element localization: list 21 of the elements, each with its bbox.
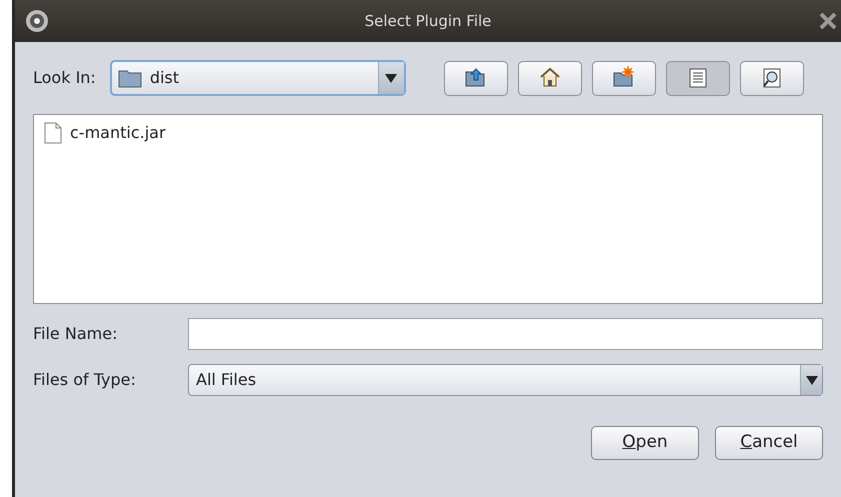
details-view-button[interactable]: [740, 60, 804, 96]
file-name-label: File Name:: [33, 323, 118, 345]
dropdown-arrow-icon: [806, 376, 818, 384]
files-of-type-dropdown[interactable]: All Files: [188, 364, 823, 396]
close-icon[interactable]: [817, 10, 839, 32]
look-in-dropdown[interactable]: dist: [110, 60, 406, 96]
file-icon: [44, 122, 62, 144]
dropdown-arrow-icon: [385, 74, 398, 82]
app-icon: [25, 9, 49, 33]
dialog-button[interactable]: Open: [591, 426, 699, 460]
list-view-button[interactable]: [666, 60, 730, 96]
window-title: Select Plugin File: [364, 10, 492, 32]
folder-icon: [118, 68, 142, 88]
files-of-type-label: Files of Type:: [33, 369, 137, 391]
dialog-button[interactable]: Cancel: [715, 426, 823, 460]
look-in-label: Look In:: [33, 67, 96, 89]
new-folder-button[interactable]: [592, 60, 656, 96]
file-name-field[interactable]: [188, 318, 823, 350]
home-button[interactable]: [518, 60, 582, 96]
file-item[interactable]: c-mantic.jar: [70, 121, 166, 145]
up-folder-button[interactable]: [444, 60, 508, 96]
